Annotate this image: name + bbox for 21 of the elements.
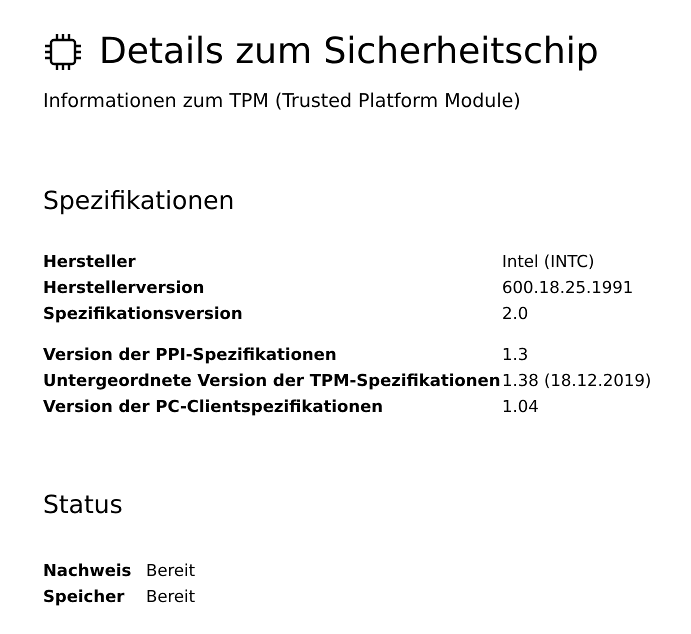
field-label: Speicher bbox=[43, 586, 126, 608]
field-value: 1.3 bbox=[502, 344, 528, 366]
field-label: Hersteller bbox=[43, 251, 137, 274]
field-label: Herstellerversion bbox=[43, 277, 206, 300]
field-label: Version der PC-Clientspezifikationen bbox=[43, 396, 384, 418]
field-label: Untergeordnete Version der TPM-Spezifikationen bbox=[43, 370, 502, 392]
page-subtitle: Informationen zum TPM (Trusted Platform Module) bbox=[43, 89, 522, 114]
field-label: Spezifikationsversion bbox=[43, 303, 244, 326]
section-heading: Spezifikationen bbox=[43, 184, 236, 217]
page-title: Details zum Sicherheitschip bbox=[99, 30, 599, 74]
field-value: 2.0 bbox=[502, 303, 528, 326]
field-label: Nachweis bbox=[43, 560, 132, 582]
field-value: Bereit bbox=[146, 586, 196, 608]
field-label: Version der PPI-Spezifikationen bbox=[43, 344, 338, 366]
chip-icon bbox=[43, 32, 83, 72]
field-value: 600.18.25.1991 bbox=[502, 277, 634, 300]
field-value: 1.38 (18.12.2019) bbox=[502, 370, 652, 392]
field-value: Intel (INTC) bbox=[502, 251, 594, 274]
field-value: Bereit bbox=[146, 560, 196, 582]
field-value: 1.04 bbox=[502, 396, 539, 418]
section-heading: Status bbox=[43, 489, 124, 522]
